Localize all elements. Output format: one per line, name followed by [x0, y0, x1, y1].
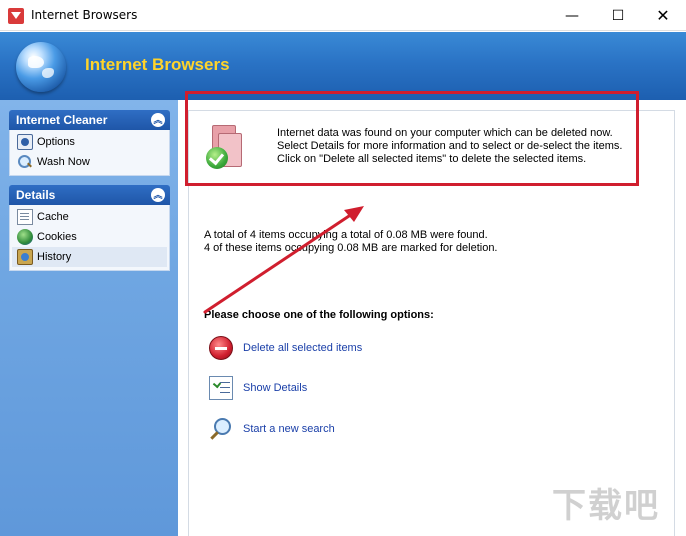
- sidebar-item-label: Cookies: [37, 231, 77, 243]
- sidebar-item-cache[interactable]: Cache: [12, 207, 167, 227]
- minimize-button[interactable]: —: [549, 0, 595, 31]
- totals-line: A total of 4 items occupying a total of …: [204, 229, 488, 241]
- wash-now-icon: [17, 154, 33, 170]
- option-label[interactable]: Show Details: [243, 382, 307, 394]
- sidebar-item-wash-now[interactable]: Wash Now: [12, 152, 167, 172]
- panel-header-internet-cleaner[interactable]: Internet Cleaner ︽: [9, 110, 170, 130]
- panel-title: Internet Cleaner: [16, 113, 108, 127]
- sidebar: Internet Cleaner ︽ Options Wash Now Deta…: [0, 100, 178, 536]
- banner-title: Internet Browsers: [85, 55, 230, 74]
- sidebar-item-label: Options: [37, 136, 75, 148]
- magnifier-icon: [209, 417, 233, 441]
- cache-icon: [17, 209, 33, 225]
- sidebar-item-history[interactable]: History: [12, 247, 167, 267]
- maximize-button[interactable]: ☐: [595, 0, 641, 31]
- options-icon: [17, 134, 33, 150]
- delete-icon: [209, 336, 233, 360]
- sidebar-item-options[interactable]: Options: [12, 132, 167, 152]
- options-heading: Please choose one of the following optio…: [204, 309, 434, 321]
- title-bar: Internet Browsers — ☐ ✕: [0, 0, 686, 31]
- close-button[interactable]: ✕: [640, 0, 686, 31]
- show-details-option[interactable]: Show Details: [209, 375, 307, 401]
- history-icon: [17, 249, 33, 265]
- highlight-box: [185, 91, 639, 186]
- totals-summary: A total of 4 items occupying a total of …: [204, 229, 498, 255]
- collapse-icon[interactable]: ︽: [151, 188, 165, 202]
- cookies-icon: [17, 229, 33, 245]
- globe-icon: [16, 42, 66, 92]
- panel-body: Cache Cookies History: [9, 205, 170, 271]
- panel-details: Details ︽ Cache Cookies History: [9, 185, 170, 271]
- sidebar-item-label: History: [37, 251, 72, 263]
- header-banner: Internet Browsers: [0, 32, 686, 100]
- sidebar-item-label: Cache: [37, 211, 69, 223]
- totals-line: 4 of these items occupying 0.08 MB are m…: [204, 242, 498, 254]
- panel-internet-cleaner: Internet Cleaner ︽ Options Wash Now: [9, 110, 170, 176]
- panel-body: Options Wash Now: [9, 130, 170, 176]
- start-new-search-option[interactable]: Start a new search: [209, 416, 335, 442]
- details-list-icon: [209, 376, 233, 400]
- panel-header-details[interactable]: Details ︽: [9, 185, 170, 205]
- watermark: 下载吧: [552, 486, 660, 526]
- option-label[interactable]: Start a new search: [243, 423, 335, 435]
- collapse-icon[interactable]: ︽: [151, 113, 165, 127]
- delete-all-selected-option[interactable]: Delete all selected items: [209, 335, 362, 361]
- sidebar-item-cookies[interactable]: Cookies: [12, 227, 167, 247]
- sidebar-item-label: Wash Now: [37, 156, 90, 168]
- option-label[interactable]: Delete all selected items: [243, 342, 362, 354]
- panel-title: Details: [16, 188, 56, 202]
- window-title: Internet Browsers: [31, 8, 138, 22]
- app-icon: [8, 8, 24, 24]
